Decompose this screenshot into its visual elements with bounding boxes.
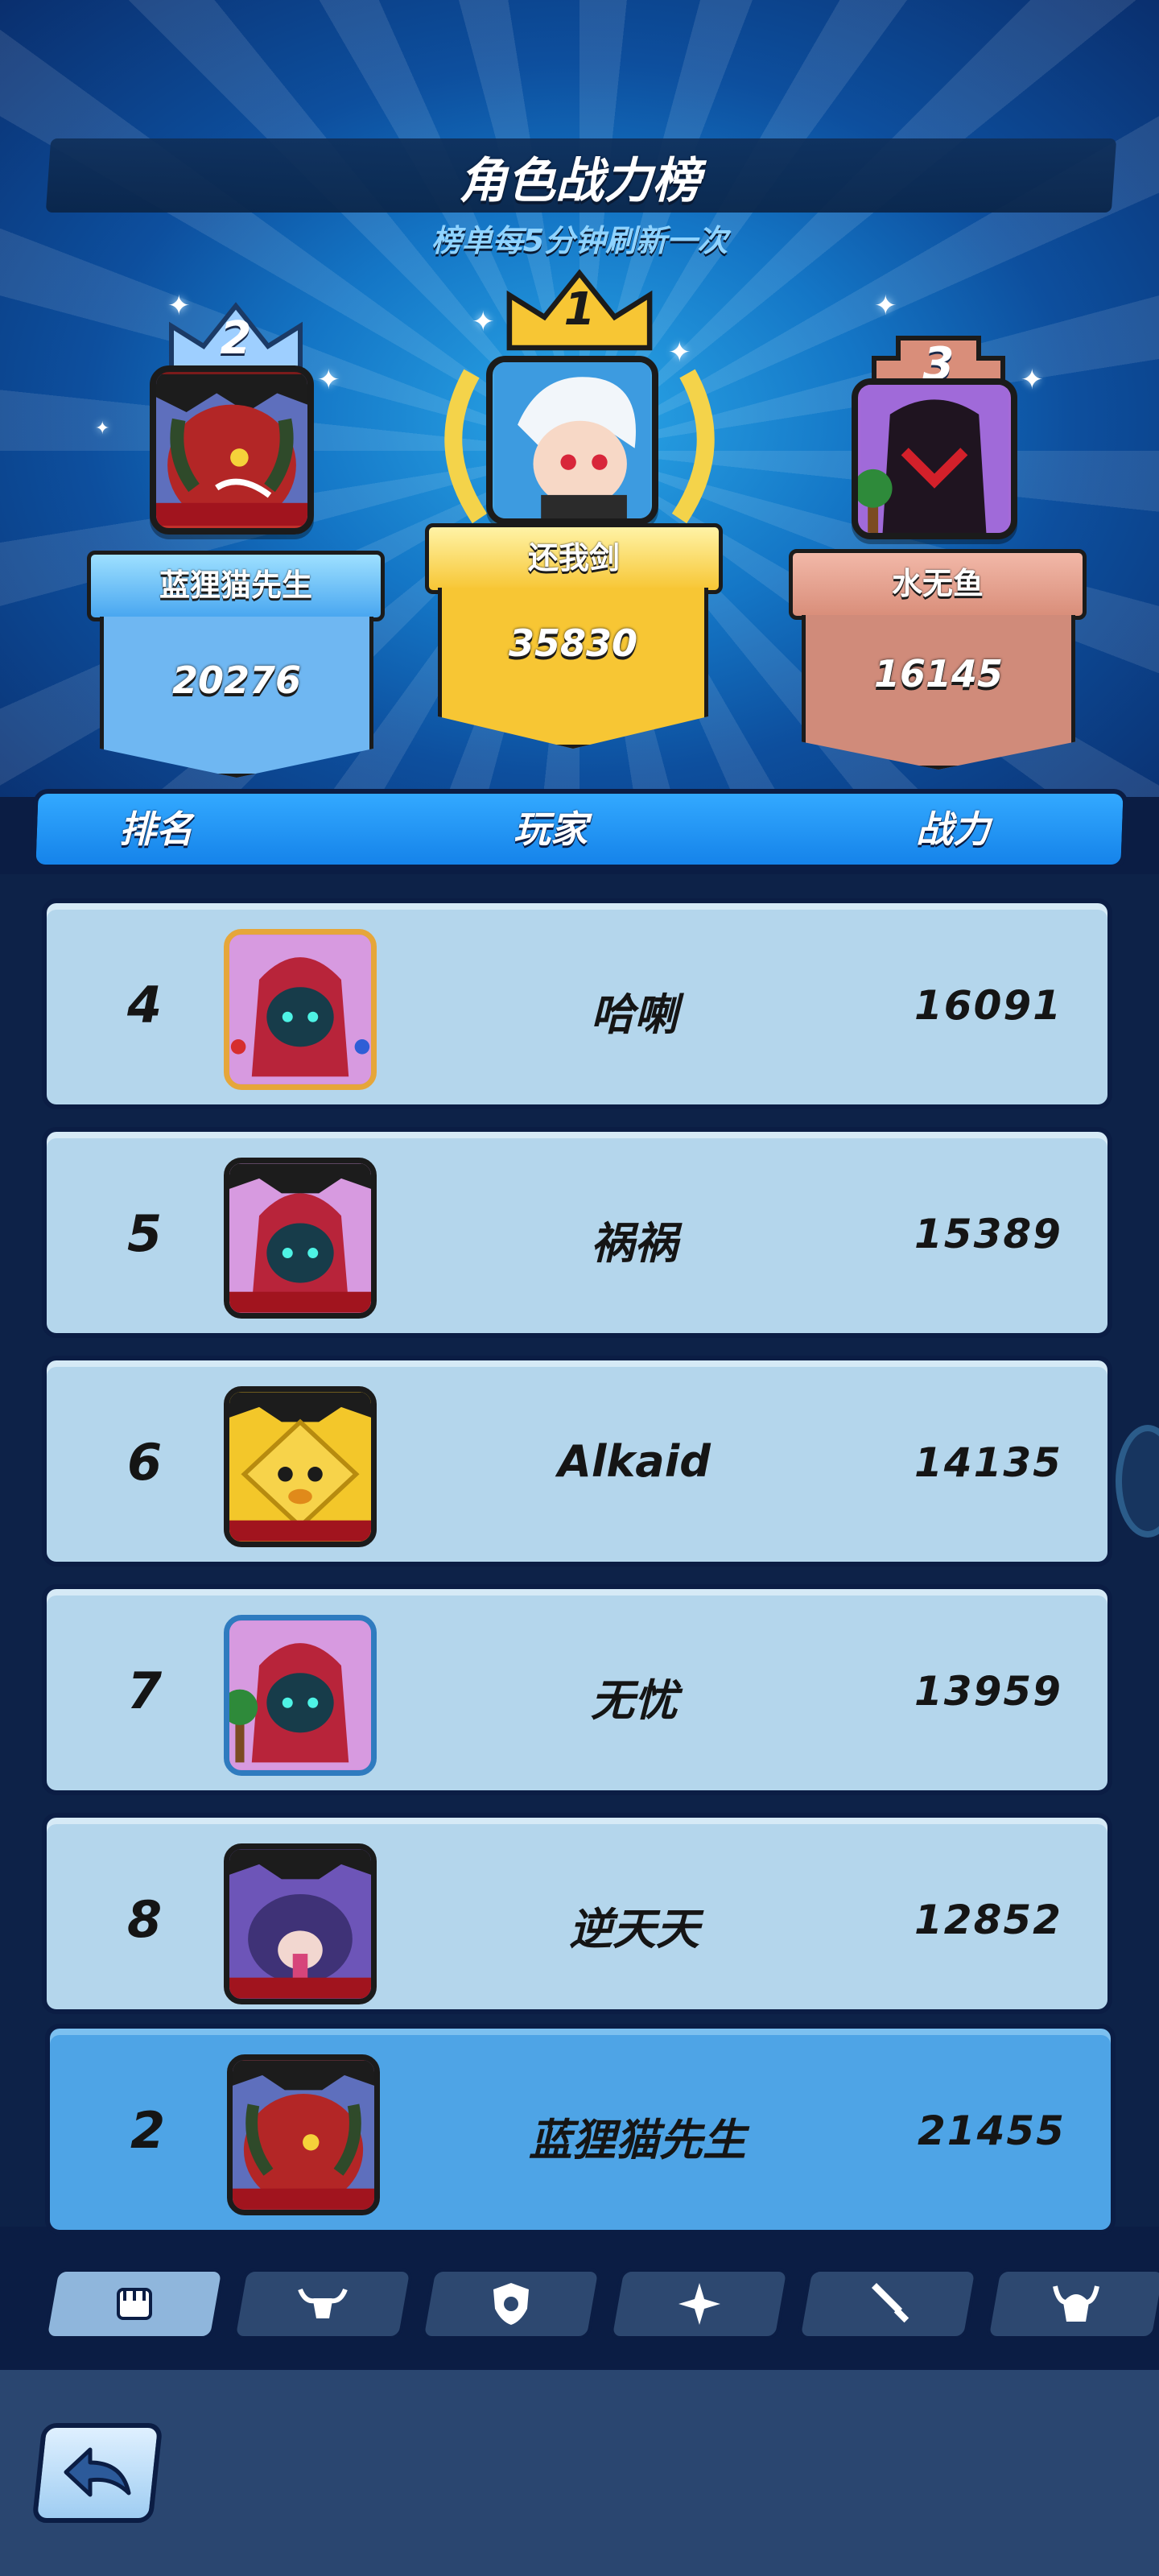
row-rank: 7 <box>127 1662 163 1720</box>
table-row[interactable]: 4 哈喇 16091 <box>42 898 1112 1109</box>
sparkle-icon: ✦ <box>874 290 897 322</box>
column-rank-label: 排名 <box>119 807 193 851</box>
shield-badge-icon <box>493 2283 529 2325</box>
row-player-name: 哈喇 <box>591 989 678 1040</box>
shuriken-icon <box>678 2283 720 2325</box>
my-rank-row[interactable]: 2 蓝狸猫先生 21455 <box>45 2024 1116 2235</box>
page-title: 角色战力榜 <box>459 153 700 209</box>
podium-score: 16145 <box>873 652 1004 696</box>
podium-second[interactable]: 2 蓝狸猫先生 20276 <box>87 298 385 778</box>
row-power: 16091 <box>914 982 1062 1029</box>
tab-helmet[interactable] <box>985 2268 1159 2339</box>
row-power: 13959 <box>914 1668 1062 1715</box>
podium-rank: 2 <box>220 312 252 365</box>
row-power: 21455 <box>918 2107 1066 2154</box>
bottom-bar <box>0 2370 1159 2576</box>
row-power: 14135 <box>914 1439 1062 1486</box>
podium-name: 水无鱼 <box>789 549 1087 620</box>
tab-bull[interactable] <box>232 2268 414 2339</box>
back-button[interactable] <box>31 2423 163 2523</box>
column-player-label: 玩家 <box>514 807 588 851</box>
tab-shield[interactable] <box>420 2268 602 2339</box>
row-rank: 8 <box>127 1890 163 1949</box>
back-arrow-icon <box>64 2447 131 2497</box>
podium-rank: 1 <box>563 283 596 336</box>
podium-shield: 16145 <box>802 615 1075 770</box>
tab-shuriken[interactable] <box>608 2268 790 2339</box>
podium-name: 蓝狸猫先生 <box>87 551 385 621</box>
podium-name: 还我剑 <box>425 523 723 594</box>
row-player-name: 无忧 <box>591 1675 678 1726</box>
refresh-note: 榜单每5分钟刷新一次 <box>431 223 728 258</box>
avatar <box>227 2054 380 2215</box>
avatar <box>224 1386 377 1547</box>
row-rank: 4 <box>127 976 163 1034</box>
horned-helmet-icon <box>1053 2285 1099 2322</box>
avatar <box>224 1615 377 1776</box>
row-player-name: 蓝狸猫先生 <box>529 2115 746 2165</box>
crown-gold-icon: 1 <box>501 261 658 356</box>
table-row[interactable]: 7 无忧 13959 <box>42 1584 1112 1795</box>
bull-skull-icon <box>298 2288 348 2318</box>
column-power-label: 战力 <box>916 807 990 851</box>
table-row[interactable]: 6 Alkaid 14135 <box>42 1356 1112 1567</box>
avatar <box>852 378 1017 539</box>
row-rank: 2 <box>130 2101 166 2160</box>
avatar <box>224 1158 377 1319</box>
category-tabs <box>0 2262 1159 2351</box>
podium-first[interactable]: 1 还我剑 35830 <box>423 261 736 760</box>
avatar <box>224 929 377 1090</box>
tab-dagger[interactable] <box>797 2268 979 2339</box>
row-player-name: Alkaid <box>558 1436 711 1487</box>
row-power: 12852 <box>914 1897 1062 1943</box>
row-player-name: 祸祸 <box>591 1218 678 1269</box>
fist-icon <box>117 2288 152 2320</box>
row-rank: 6 <box>127 1433 163 1492</box>
podium-score: 20276 <box>171 658 302 702</box>
dagger-icon <box>872 2283 909 2323</box>
podium-score: 35830 <box>508 621 638 665</box>
avatar <box>224 1843 377 2004</box>
row-rank: 5 <box>127 1204 163 1263</box>
table-row[interactable]: 5 祸祸 15389 <box>42 1127 1112 1338</box>
row-power: 15389 <box>914 1211 1062 1257</box>
podium-shield: 20276 <box>100 617 373 778</box>
podium-shield: 35830 <box>438 588 708 749</box>
leaderboard-hero: 角色战力榜 榜单每5分钟刷新一次 ✦ ✦ ✦ ✦ ✦ ✦ ✦ 2 蓝狸猫先生 2… <box>0 0 1159 797</box>
avatar <box>486 356 658 525</box>
tab-fist[interactable] <box>43 2268 225 2339</box>
avatar <box>150 365 314 535</box>
row-player-name: 逆天天 <box>569 1904 699 1955</box>
table-row[interactable]: 8 逆天天 12852 <box>42 1813 1112 2014</box>
podium-third[interactable]: 3 水无鱼 16145 <box>789 322 1087 773</box>
